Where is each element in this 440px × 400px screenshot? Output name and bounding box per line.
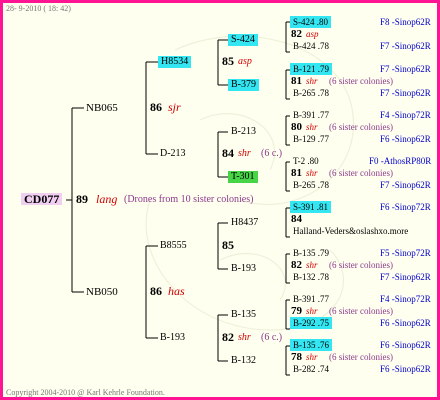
gen3-id-1[interactable]: B-379 [228, 79, 259, 91]
gen2-name-1: shr [238, 148, 251, 159]
root-drone-note: (Drones from 10 sister colonies) [124, 194, 254, 205]
gen4-number: 78 [291, 351, 302, 363]
gen2-num-3: 82 [222, 330, 234, 344]
pedigree-frame: 28- 9-2010 ( 18: 42) Copyright 2004-2010… [0, 0, 440, 400]
gen4-line1[interactable]: B-391 .77 [293, 293, 329, 305]
copyright-note: Copyright 2004-2010 @ Karl Kehrle Founda… [6, 388, 165, 397]
gen3-id-3[interactable]: T-301 [228, 171, 258, 183]
gen4-line2[interactable]: B-129 .77 [293, 133, 329, 145]
gen3-id-5[interactable]: B-193 [231, 263, 256, 275]
gen4-name: shr [306, 76, 318, 86]
gen4-origin-1: F6 -Sinop72R [380, 202, 431, 212]
gen4-line2[interactable]: B-292 .75 [290, 317, 332, 329]
gen4-number: 82 [291, 28, 302, 40]
gen1-num-0: 86 [150, 100, 162, 114]
gen4-origin-1: F4 -Sinop72R [380, 294, 431, 304]
gen3-id-4[interactable]: H8437 [231, 217, 258, 229]
gen4-note: (6 sister colonies) [329, 76, 393, 86]
gen2-id-3[interactable]: B-193 [160, 332, 185, 344]
gen1-id-1[interactable]: NB050 [86, 286, 118, 298]
report-date: 28- 9-2010 ( 18: 42) [6, 4, 71, 13]
gen4-line1[interactable]: B-135 .79 [293, 247, 329, 259]
gen4-origin-1: F0 -AthosRP80R [369, 156, 432, 166]
gen4-origin-2: F6 -Sinop62R [380, 134, 431, 144]
gen4-origin-2: F6 -Sinop62R [380, 318, 431, 328]
gen4-line2[interactable]: B-424 .78 [293, 40, 329, 52]
gen1-id-0[interactable]: NB065 [86, 102, 118, 114]
gen4-origin-1: F6 -Sinop62R [380, 340, 431, 350]
gen3-id-2[interactable]: B-213 [231, 126, 256, 138]
gen4-origin-2: F7 -Sinop62R [380, 180, 431, 190]
gen4-name: shr [306, 260, 318, 270]
gen4-number: 84 [291, 213, 302, 225]
gen4-number: 82 [291, 259, 302, 271]
gen2-id-2[interactable]: B8555 [160, 240, 187, 252]
gen4-origin-1: F4 -Sinop72R [380, 110, 431, 120]
gen4-line1[interactable]: B-135 .76 [290, 339, 332, 351]
gen4-line1[interactable]: B-121 .79 [290, 63, 332, 75]
gen4-name: asp [306, 29, 319, 39]
root-queen-id[interactable]: CD077 [21, 193, 63, 205]
gen4-origin-2: F7 -Sinop62R [380, 88, 431, 98]
gen4-number: 79 [291, 305, 302, 317]
gen2-note-3: (6 c.) [261, 332, 283, 343]
gen1-num-1: 86 [150, 284, 162, 298]
gen4-line2[interactable]: B-265 .78 [293, 87, 329, 99]
gen4-name: shr [306, 306, 318, 316]
gen3-id-0[interactable]: S-424 [228, 34, 258, 46]
gen2-note-1: (6 c.) [261, 148, 283, 159]
gen2-num-0: 85 [222, 54, 234, 68]
gen4-note: (6 sister colonies) [329, 260, 393, 270]
gen2-name-3: shr [238, 332, 251, 343]
gen1-name-0: sjr [168, 100, 181, 114]
gen4-line1[interactable]: S-424 .80 [290, 16, 332, 28]
gen4-note: (6 sister colonies) [329, 306, 393, 316]
root-queen-name: lang [96, 192, 118, 206]
gen4-line2[interactable]: Halland-Veders&oslashxo.more [293, 225, 408, 237]
gen4-line2[interactable]: B-282 .74 [293, 363, 329, 375]
gen4-note: (6 sister colonies) [329, 168, 393, 178]
gen4-line2[interactable]: B-265 .78 [293, 179, 329, 191]
gen2-id-1[interactable]: D-213 [160, 148, 186, 160]
gen4-name: shr [306, 168, 318, 178]
gen4-line2[interactable]: B-132 .78 [293, 271, 329, 283]
gen4-line1[interactable]: B-391 .77 [293, 109, 329, 121]
gen3-id-6[interactable]: B-135 [231, 309, 256, 321]
gen1-name-1: has [168, 284, 185, 298]
gen4-origin-2: F7 -Sinop62R [380, 41, 431, 51]
gen4-number: 81 [291, 167, 302, 179]
root-queen-number: 89 [76, 192, 88, 206]
gen3-id-7[interactable]: B-132 [231, 355, 256, 367]
gen4-number: 80 [291, 121, 302, 133]
gen4-origin-2: F6 -Sinop62R [380, 364, 431, 374]
gen4-origin-1: F8 -Sinop62R [380, 17, 431, 27]
gen4-origin-1: F7 -Sinop62R [380, 64, 431, 74]
gen2-num-1: 84 [222, 146, 234, 160]
gen4-number: 81 [291, 75, 302, 87]
gen2-name-0: asp [238, 56, 252, 67]
gen4-origin-2: F7 -Sinop62R [380, 272, 431, 282]
gen2-id-0[interactable]: H8534 [158, 56, 192, 68]
gen4-origin-1: F5 -Sinop72R [380, 248, 431, 258]
gen4-line1[interactable]: T-2 .80 [293, 155, 319, 167]
gen4-line1[interactable]: S-391 .81 [290, 201, 332, 213]
gen4-note: (6 sister colonies) [329, 122, 393, 132]
gen2-num-2: 85 [222, 238, 234, 252]
gen4-note: (6 sister colonies) [329, 352, 393, 362]
gen4-name: shr [306, 352, 318, 362]
gen4-name: shr [306, 122, 318, 132]
